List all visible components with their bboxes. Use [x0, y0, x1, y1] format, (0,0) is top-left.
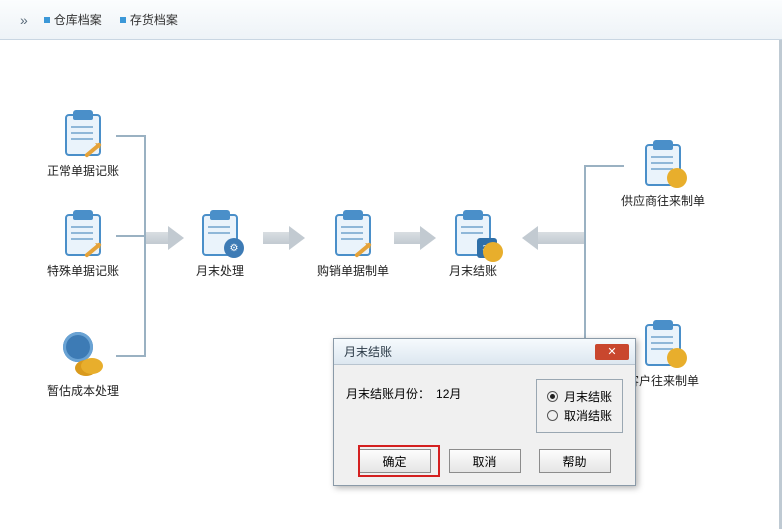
dialog-titlebar[interactable]: 月末结账 ✕: [334, 339, 635, 365]
clipboard-pen-icon: [329, 210, 377, 258]
node-special-posting[interactable]: 特殊单据记账: [28, 210, 138, 279]
clipboard-pen-icon: [59, 210, 107, 258]
node-estimate-cost[interactable]: 暂估成本处理: [28, 330, 138, 399]
node-purchase-sale-voucher[interactable]: 购销单据制单: [298, 210, 408, 279]
connector-line: [584, 165, 624, 167]
month-value: 12月: [436, 385, 461, 402]
connector-line: [584, 165, 586, 347]
cancel-button[interactable]: 取消: [449, 449, 521, 473]
node-label: 月末处理: [165, 262, 275, 279]
radio-month-end-close[interactable]: 月末结账: [547, 388, 612, 405]
radio-cancel-close[interactable]: 取消结账: [547, 407, 612, 424]
arrow-right-icon: [263, 226, 305, 250]
node-label: 暂估成本处理: [28, 382, 138, 399]
radio-icon: [547, 410, 558, 421]
clipboard-coin-icon: [639, 140, 687, 188]
clipboard-coin-icon: [639, 320, 687, 368]
node-label: 特殊单据记账: [28, 262, 138, 279]
month-label: 月末结账月份：: [346, 385, 430, 402]
clipboard-gear-icon: ⚙: [196, 210, 244, 258]
radio-label: 取消结账: [564, 407, 612, 424]
bullet-icon: [120, 17, 126, 23]
dialog-title-text: 月末结账: [344, 343, 392, 360]
toolbar-link-label: 存货档案: [130, 11, 178, 28]
help-button[interactable]: 帮助: [539, 449, 611, 473]
toolbar-expander[interactable]: »: [20, 12, 26, 28]
connector-line: [116, 135, 146, 137]
node-supplier-contra[interactable]: 供应商往来制单: [608, 140, 718, 209]
clipboard-pen-icon: [59, 110, 107, 158]
top-toolbar: » 仓库档案 存货档案: [0, 0, 782, 40]
toolbar-link-label: 仓库档案: [54, 11, 102, 28]
connector-line: [116, 355, 146, 357]
connector-line: [116, 235, 146, 237]
node-normal-posting[interactable]: 正常单据记账: [28, 110, 138, 179]
arrow-left-icon: [522, 226, 584, 250]
node-label: 月末结账: [418, 262, 528, 279]
dialog-close-button[interactable]: ✕: [595, 344, 629, 360]
toolbar-link-inventory[interactable]: 存货档案: [120, 11, 178, 28]
node-label: 供应商往来制单: [608, 192, 718, 209]
clipboard-calendar-coin-icon: 31: [449, 210, 497, 258]
month-end-close-dialog: 月末结账 ✕ 月末结账月份： 12月 月末结账 取消结账: [333, 338, 636, 486]
toolbar-link-warehouse[interactable]: 仓库档案: [44, 11, 102, 28]
close-option-group: 月末结账 取消结账: [536, 379, 623, 433]
ok-button[interactable]: 确定: [359, 449, 431, 473]
arrow-right-icon: [146, 226, 184, 250]
bullet-icon: [44, 17, 50, 23]
workflow-canvas: 正常单据记账 特殊单据记账 暂估成本处理 ⚙ 月末处理 购销单据制单: [0, 40, 782, 529]
radio-icon: [547, 391, 558, 402]
node-label: 正常单据记账: [28, 162, 138, 179]
arrow-right-icon: [394, 226, 436, 250]
gear-coins-icon: [59, 330, 107, 378]
dialog-body: 月末结账月份： 12月 月末结账 取消结账 确定 取消 帮助: [334, 365, 635, 485]
node-label: 购销单据制单: [298, 262, 408, 279]
radio-label: 月末结账: [564, 388, 612, 405]
